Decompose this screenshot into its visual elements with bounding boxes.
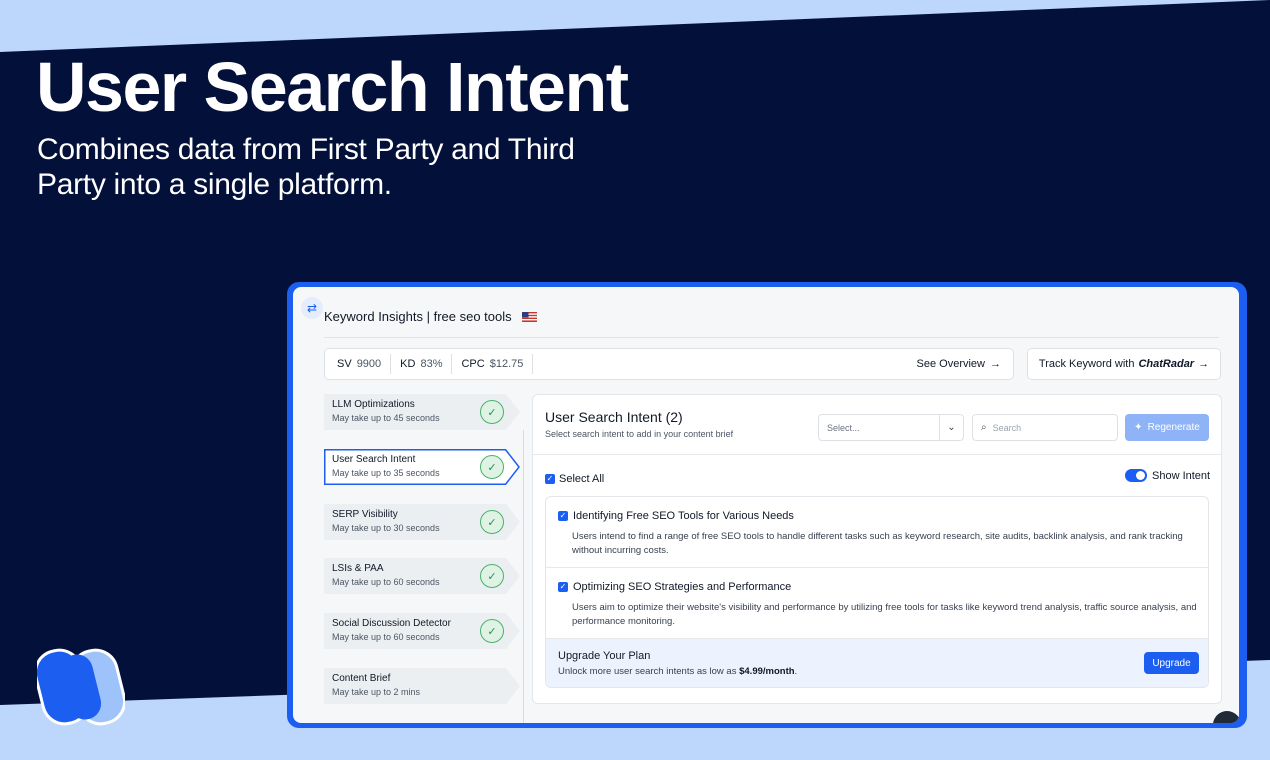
step-user-search-intent[interactable]: User Search Intent May take up to 35 seco…: [324, 449, 520, 485]
step-lsis-paa[interactable]: LSIs & PAA May take up to 60 seconds ✓: [324, 558, 520, 594]
step-serp-visibility[interactable]: SERP Visibility May take up to 30 seconds…: [324, 504, 520, 540]
upgrade-price: $4.99/month: [739, 666, 795, 677]
intent-item[interactable]: ✓ Identifying Free SEO Tools for Various…: [546, 497, 1208, 568]
search-icon: ⌕: [981, 422, 987, 433]
sparkle-icon: ✦: [1134, 422, 1143, 433]
step-social-discussion-detector[interactable]: Social Discussion Detector May take up to…: [324, 613, 520, 649]
chevron-down-icon[interactable]: ⌄: [939, 415, 963, 440]
upgrade-banner: Upgrade Your Plan Unlock more user searc…: [546, 639, 1208, 687]
hero-subtitle: Combines data from First Party and Third…: [37, 133, 575, 201]
app-window-frame: ⇄ Keyword Insights | free seo tools SV 9…: [287, 282, 1247, 728]
us-flag-icon: [521, 311, 537, 322]
upgrade-text: Unlock more user search intents as low a…: [558, 666, 798, 677]
check-circle-icon: ✓: [480, 564, 504, 588]
check-circle-icon: ✓: [480, 510, 504, 534]
chat-widget-icon[interactable]: [1213, 711, 1239, 723]
intent-item[interactable]: ✓ Optimizing SEO Strategies and Performa…: [546, 568, 1208, 639]
show-intent-toggle[interactable]: Show Intent: [1125, 469, 1210, 482]
keyword-stats-bar: SV 9900 KD 83% CPC $12.75 See Overview →: [324, 348, 1014, 380]
see-overview-link[interactable]: See Overview →: [917, 358, 1001, 370]
hero-title: User Search Intent: [36, 48, 629, 126]
panel-subtitle: Select search intent to add in your cont…: [545, 429, 734, 439]
step-content-brief[interactable]: Content Brief May take up to 2 mins: [324, 668, 520, 704]
search-input[interactable]: ⌕ Search: [972, 414, 1118, 441]
keyword-insights-title: Keyword Insights | free seo tools: [324, 309, 512, 324]
regenerate-button[interactable]: ✦ Regenerate: [1125, 414, 1209, 441]
step-connector: [523, 430, 524, 723]
step-llm-optimizations[interactable]: LLM Optimizations May take up to 45 secon…: [324, 394, 520, 430]
intent-select[interactable]: Select... ⌄: [818, 414, 964, 441]
checkbox-checked-icon[interactable]: ✓: [558, 511, 568, 521]
sv-stat: SV 9900: [337, 354, 392, 374]
swap-arrows-icon[interactable]: ⇄: [301, 297, 323, 319]
check-circle-icon: ✓: [480, 619, 504, 643]
user-search-intent-panel: User Search Intent (2) Select search int…: [532, 394, 1222, 704]
checkbox-checked-icon[interactable]: ✓: [545, 474, 555, 484]
check-circle-icon: ✓: [480, 455, 504, 479]
select-all-checkbox[interactable]: ✓ Select All: [545, 473, 604, 485]
arrow-right-icon: →: [1198, 358, 1210, 370]
page-title: Keyword Insights | free seo tools: [324, 309, 537, 324]
header-divider: [324, 337, 1219, 338]
upgrade-button[interactable]: Upgrade: [1144, 652, 1199, 674]
panel-header: User Search Intent (2) Select search int…: [533, 395, 1221, 455]
toggle-switch[interactable]: [1125, 469, 1147, 482]
cpc-stat: CPC $12.75: [461, 354, 534, 374]
track-keyword-button[interactable]: Track Keyword with ChatRadar →: [1027, 348, 1221, 380]
check-circle-icon: ✓: [480, 400, 504, 424]
arrow-right-icon: →: [990, 358, 1001, 370]
kd-stat: KD 83%: [400, 354, 453, 374]
panel-title: User Search Intent (2): [545, 409, 683, 425]
brand-logo-icon: [37, 648, 125, 726]
intent-list: ✓ Identifying Free SEO Tools for Various…: [545, 496, 1209, 688]
checkbox-checked-icon[interactable]: ✓: [558, 582, 568, 592]
chatradar-brand: ChatRadar: [1138, 358, 1195, 370]
upgrade-title: Upgrade Your Plan: [558, 650, 651, 662]
keyword-insights-app: ⇄ Keyword Insights | free seo tools SV 9…: [293, 287, 1239, 723]
